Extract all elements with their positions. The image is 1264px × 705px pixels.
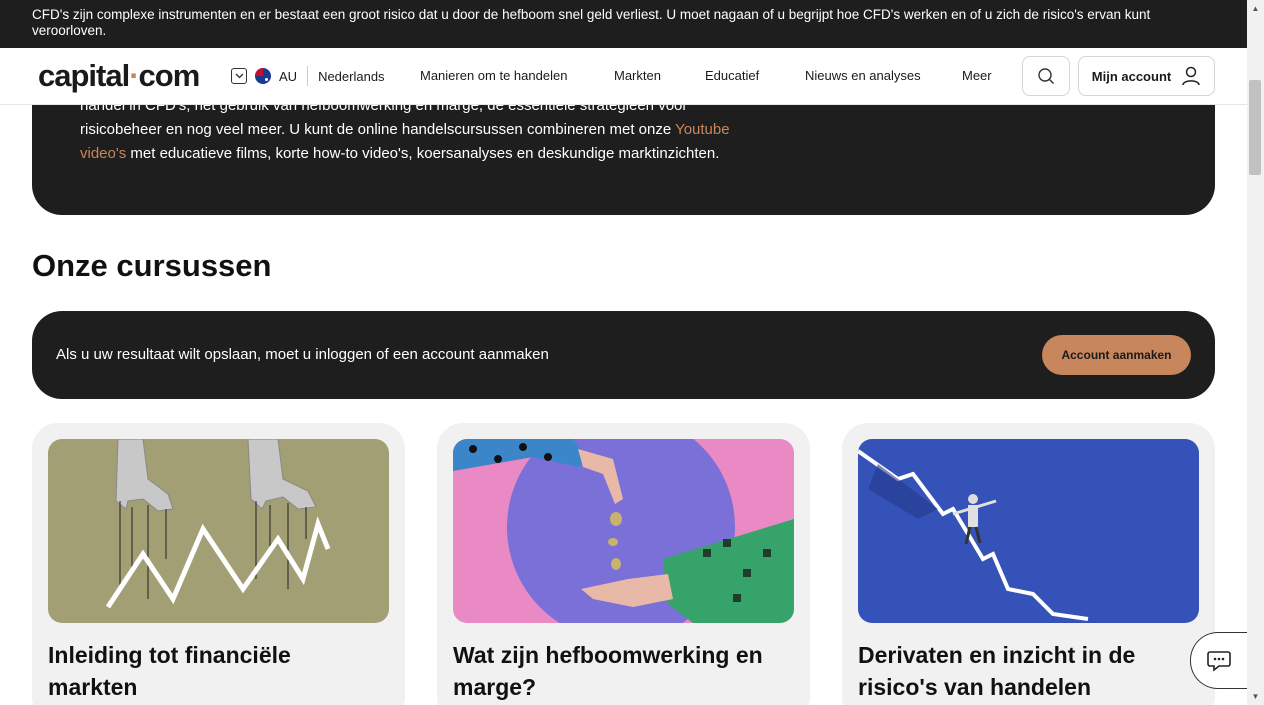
nav-markets[interactable]: Markten: [614, 68, 661, 83]
scroll-down-arrow-icon[interactable]: ▼: [1247, 688, 1264, 705]
course-image-tightrope-walker[interactable]: [858, 439, 1199, 623]
youtube-link[interactable]: Youtube: [675, 121, 730, 138]
chevron-down-icon[interactable]: [231, 68, 247, 84]
login-prompt-text: Als u uw resultaat wilt opslaan, moet u …: [56, 346, 549, 363]
search-button[interactable]: [1022, 56, 1070, 96]
course-image-puppet-hands[interactable]: [48, 439, 389, 623]
risk-warning-banner: CFD's zijn complexe instrumenten en er b…: [0, 0, 1247, 48]
nav-more[interactable]: Meer: [962, 68, 992, 83]
create-account-button[interactable]: Account aanmaken: [1042, 335, 1191, 375]
nav-education[interactable]: Educatief: [705, 68, 759, 83]
capital-com-logo[interactable]: capital·com: [38, 58, 200, 94]
intro-line-3: met educatieve films, korte how-to video…: [126, 145, 720, 162]
course-title[interactable]: Inleiding tot financiële markten: [48, 639, 378, 703]
chat-icon: [1207, 650, 1231, 672]
my-account-button[interactable]: Mijn account: [1078, 56, 1215, 96]
section-title: Onze cursussen: [32, 248, 272, 283]
chat-button[interactable]: [1190, 632, 1250, 689]
youtube-link-cont[interactable]: video's: [80, 145, 126, 162]
nav-ways-to-trade[interactable]: Manieren om te handelen: [420, 68, 567, 83]
course-title[interactable]: Wat zijn hefboomwerking en marge?: [453, 639, 783, 703]
scroll-up-arrow-icon[interactable]: ▲: [1247, 0, 1264, 17]
course-card[interactable]: Wat zijn hefboomwerking en marge?: [437, 423, 810, 705]
course-card[interactable]: Inleiding tot financiële markten: [32, 423, 405, 705]
scrollbar-thumb[interactable]: [1249, 80, 1261, 175]
login-prompt-bar: Als u uw resultaat wilt opslaan, moet u …: [32, 311, 1215, 399]
language-label[interactable]: Nederlands: [318, 69, 385, 84]
risk-warning-text: CFD's zijn complexe instrumenten en er b…: [32, 7, 1151, 38]
site-header: capital·com AU Nederlands Manieren om te…: [0, 48, 1247, 105]
course-card[interactable]: Derivaten en inzicht in de risico's van …: [842, 423, 1215, 705]
divider: [307, 66, 309, 86]
search-icon: [1038, 68, 1054, 84]
user-icon: [1182, 66, 1200, 86]
region-code: AU: [279, 68, 298, 84]
course-image-coins-hands[interactable]: [453, 439, 794, 623]
intro-line-2: risicobeheer en nog veel meer. U kunt de…: [80, 121, 676, 138]
my-account-label: Mijn account: [1091, 68, 1172, 84]
course-title[interactable]: Derivaten en inzicht in de risico's van …: [858, 639, 1188, 703]
australia-flag-icon: [255, 68, 271, 84]
nav-news-analysis[interactable]: Nieuws en analyses: [805, 68, 921, 83]
region-language-selector[interactable]: AU Nederlands: [231, 66, 385, 86]
page-scrollbar[interactable]: ▲ ▼: [1247, 0, 1264, 705]
